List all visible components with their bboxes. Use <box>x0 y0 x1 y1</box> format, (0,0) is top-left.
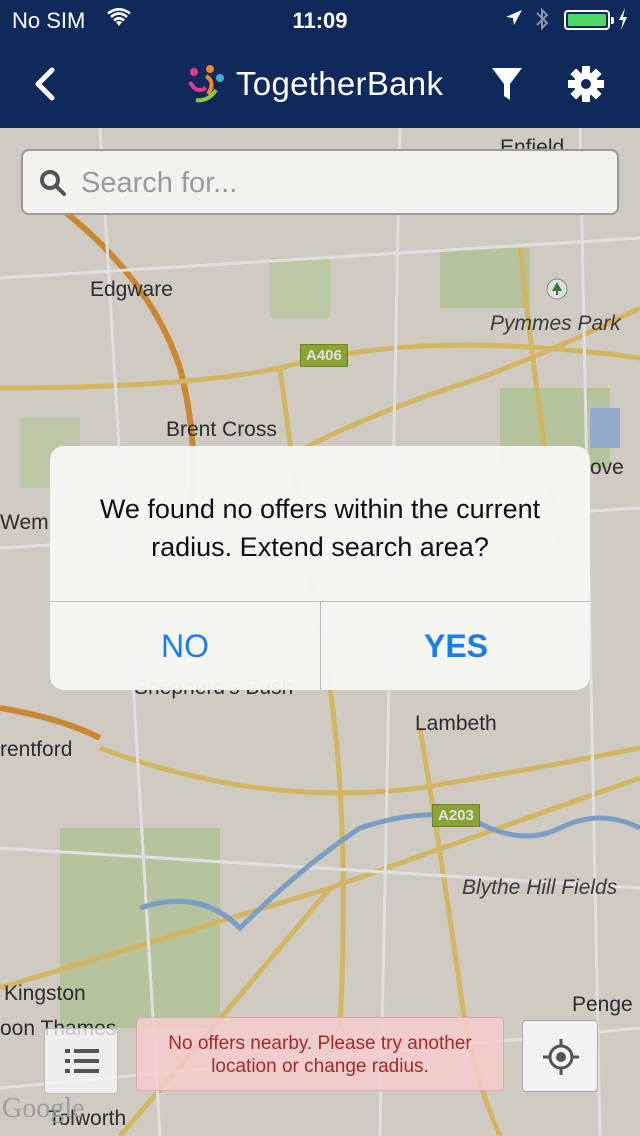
list-icon <box>65 1049 99 1073</box>
alert-dialog: We found no offers within the current ra… <box>50 446 590 690</box>
alert-message: We found no offers within the current ra… <box>99 494 541 562</box>
back-chevron-icon[interactable] <box>30 64 60 104</box>
brand-logo: TogetherBank <box>186 62 443 106</box>
bluetooth-icon <box>534 6 550 38</box>
charging-bolt-icon <box>617 6 629 38</box>
nav-bar: TogetherBank <box>0 40 640 128</box>
search-icon <box>40 170 66 196</box>
yes-button[interactable]: YES <box>321 602 590 690</box>
brand-name: TogetherBank <box>236 65 444 102</box>
search-input[interactable] <box>81 161 601 205</box>
locate-me-button[interactable] <box>522 1020 598 1092</box>
location-arrow-icon <box>504 8 524 34</box>
toast-line-1: No offers nearby. Please try another <box>168 1033 472 1054</box>
google-attribution: Google <box>2 1093 85 1124</box>
no-offers-toast: No offers nearby. Please try another loc… <box>136 1017 504 1091</box>
list-view-button[interactable] <box>44 1028 118 1094</box>
no-button[interactable]: NO <box>50 602 320 690</box>
battery-icon <box>564 10 614 30</box>
filter-funnel-icon[interactable] <box>490 64 524 104</box>
gear-icon[interactable] <box>566 64 606 104</box>
status-bar: No SIM 11:09 <box>0 0 640 40</box>
toast-line-2: location or change radius. <box>211 1056 429 1077</box>
search-bar <box>21 149 619 215</box>
togetherbank-logo-icon <box>188 65 224 103</box>
crosshair-location-icon <box>543 1039 579 1075</box>
